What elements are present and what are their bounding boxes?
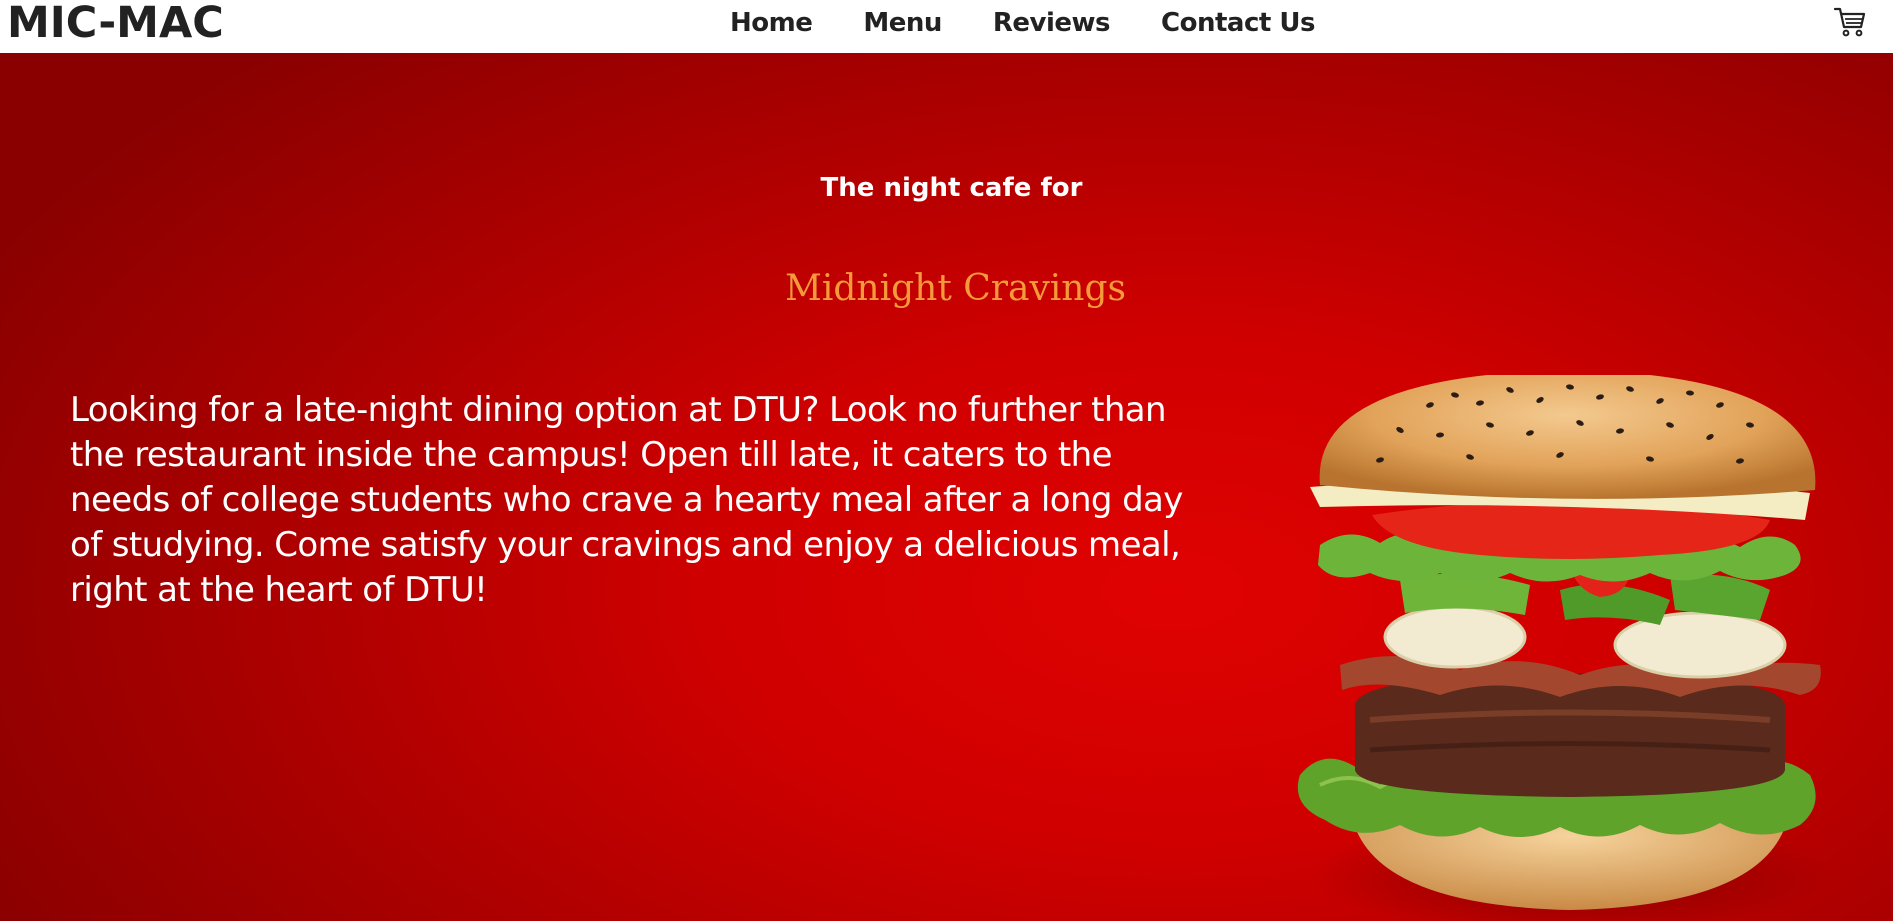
hero-description: Looking for a late-night dining option a… — [70, 390, 1183, 610]
hero-headline: Midnight Cravings — [784, 268, 1127, 309]
nav-link-home[interactable]: Home — [730, 4, 813, 42]
nav-link-reviews[interactable]: Reviews — [993, 4, 1111, 42]
burger-image — [1280, 370, 1840, 921]
nav-links: Home Menu Reviews Contact Us — [730, 4, 1366, 42]
nav-link-contact-us[interactable]: Contact Us — [1161, 4, 1315, 42]
navbar: MIC-MAC Home Menu Reviews Contact Us — [0, 0, 1893, 53]
cart-icon[interactable] — [1833, 5, 1867, 39]
nav-link-menu[interactable]: Menu — [863, 4, 942, 42]
hero-section: The night cafe for Midnight Cravings Loo… — [0, 53, 1893, 921]
hero-tagline: The night cafe for — [820, 173, 1083, 203]
brand-logo[interactable]: MIC-MAC — [7, 0, 224, 48]
